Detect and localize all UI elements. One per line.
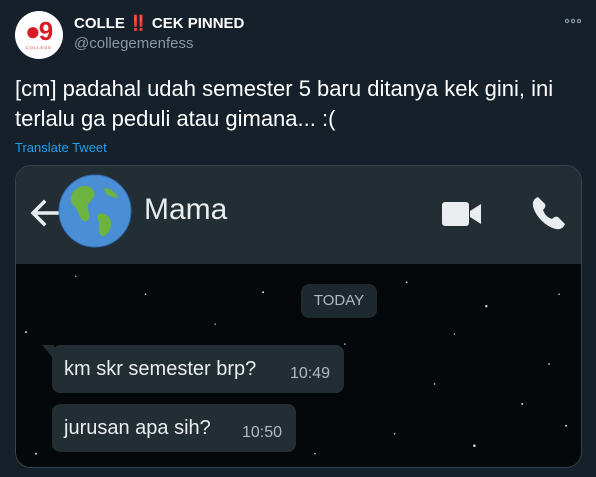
profile-avatar[interactable]: ●9 COLLEGE	[15, 11, 63, 59]
display-name-suffix: CEK PINNED	[151, 15, 245, 32]
phone-icon[interactable]	[530, 194, 568, 232]
message-text: jurusan apa sih?	[64, 417, 211, 439]
contact-name[interactable]: Mama	[144, 193, 227, 227]
tweet-card: ●9 COLLEGE COLLE ‼️ CEK PINNED @collegem…	[0, 0, 596, 477]
chat-header: Mama	[16, 166, 581, 264]
message-bubble[interactable]: km skr semester brp? 10:49	[42, 345, 344, 393]
tweet-text: [cm] padahal udah semester 5 baru ditany…	[15, 76, 554, 131]
logo-mark: ●9	[25, 16, 53, 46]
message-time: 10:50	[241, 424, 282, 441]
display-name[interactable]: COLLE ‼️ CEK PINNED	[74, 14, 244, 32]
message-time: 10:49	[289, 365, 330, 382]
date-separator: TODAY	[301, 284, 377, 318]
arrow-left-icon[interactable]	[28, 196, 62, 230]
video-camera-icon[interactable]	[442, 200, 482, 228]
user-handle[interactable]: @collegemenfess	[74, 35, 193, 52]
translate-tweet-link[interactable]: Translate Tweet	[15, 140, 107, 155]
more-options-icon[interactable]	[564, 16, 582, 26]
bubble-tail	[42, 345, 54, 359]
chat-area: TODAY km skr semester brp? 10:49 jurusan…	[16, 264, 581, 467]
double-exclamation-emoji: ‼️	[129, 15, 148, 32]
message-bubble[interactable]: jurusan apa sih? 10:50	[52, 404, 296, 452]
tweet-media-image[interactable]: Mama TODAY km skr semester brp? 10:49 ju…	[15, 165, 582, 468]
message-text: km skr semester brp?	[64, 358, 257, 380]
logo-text: COLLEGE	[26, 45, 52, 50]
display-name-prefix: COLLE	[74, 15, 125, 32]
globe-icon[interactable]	[58, 174, 132, 248]
